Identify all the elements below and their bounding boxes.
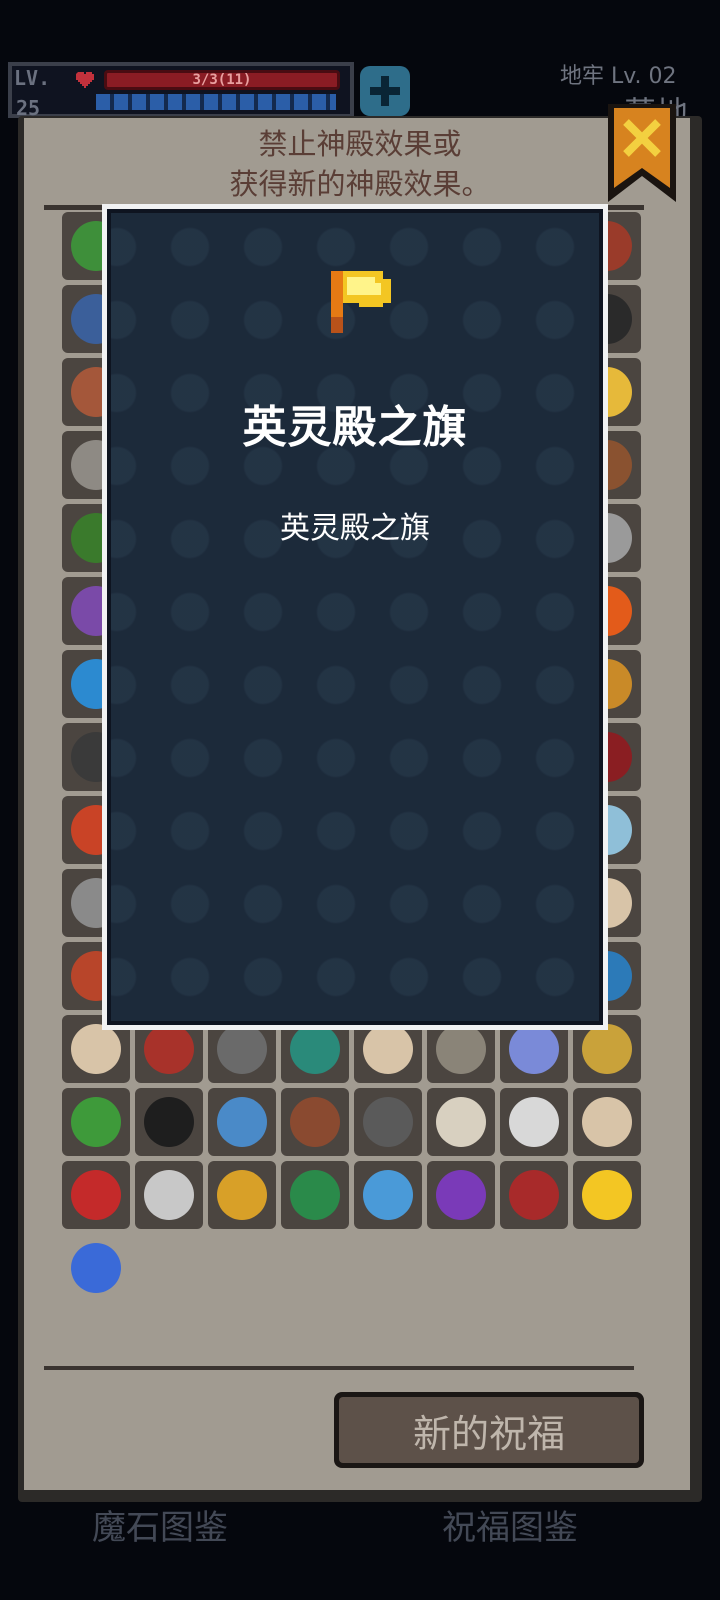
tab-gem-codex[interactable]: 魔石图鉴 [92,1500,228,1549]
no-icon [71,1024,121,1074]
health-text: 3/3(11) [192,72,252,88]
spade-card-icon [509,1097,559,1147]
golden-flag-icon [331,271,391,333]
blessing-slot[interactable] [573,1088,641,1156]
divider [44,1366,634,1370]
level-label: LV. [14,66,51,90]
blessing-slot[interactable] [427,1088,495,1156]
armor-icon [509,1170,559,1220]
dungeon-level: 地牢 Lv. 02 [560,64,677,89]
bone-icon [144,1170,194,1220]
gear-icon [217,1024,267,1074]
heart-icon [76,72,94,88]
diamond-icon [217,1170,267,1220]
new-blessing-label: 新的祝福 [339,1397,639,1463]
blessing-slot[interactable] [427,1161,495,1229]
wand-icon [71,1170,121,1220]
close-banner-icon[interactable] [604,104,680,202]
dagger-icon [363,1097,413,1147]
blue-axe-icon [363,1170,413,1220]
hammer-icon [144,1024,194,1074]
blessing-slot[interactable] [500,1088,568,1156]
staff-icon [582,1024,632,1074]
mushroom-icon [290,1024,340,1074]
blessing-slot[interactable] [354,1161,422,1229]
add-button[interactable] [360,66,410,116]
planet-icon [509,1024,559,1074]
scroll-icon [436,1024,486,1074]
purple-axe-icon [436,1170,486,1220]
new-blessing-button[interactable]: 新的祝福 [334,1392,644,1468]
item-title: 英灵殿之旗 [242,402,468,453]
flask-icon [217,1097,267,1147]
blessing-slot[interactable] [62,1234,130,1302]
blessing-slot[interactable] [281,1161,349,1229]
blessing-slot[interactable] [208,1088,276,1156]
heart-cycle-icon [71,1097,121,1147]
blessing-slot[interactable] [62,1161,130,1229]
bottle-icon [144,1097,194,1147]
blessing-slot[interactable] [135,1088,203,1156]
card-icon [436,1097,486,1147]
item-description: 英灵殿之旗 [280,511,430,546]
blessing-slot[interactable] [573,1161,641,1229]
banned-item-icon [71,1243,121,1293]
blessing-slot[interactable] [208,1161,276,1229]
box-icon [290,1097,340,1147]
mana-bar [96,94,336,110]
blessing-slot[interactable] [500,1161,568,1229]
no-icon [363,1024,413,1074]
blessing-slot[interactable] [62,1088,130,1156]
item-detail-popup[interactable]: 英灵殿之旗 英灵殿之旗 [102,204,608,1030]
no-icon [582,1097,632,1147]
blessing-slot[interactable] [354,1088,422,1156]
blessing-slot[interactable] [135,1161,203,1229]
tab-blessing-codex[interactable]: 祝福图鉴 [442,1500,578,1549]
blessing-slot[interactable] [281,1088,349,1156]
green-orb-icon [290,1170,340,1220]
golden-flag-icon [582,1170,632,1220]
panel-header: 禁止神殿效果或 获得新的神殿效果。 [229,127,491,201]
